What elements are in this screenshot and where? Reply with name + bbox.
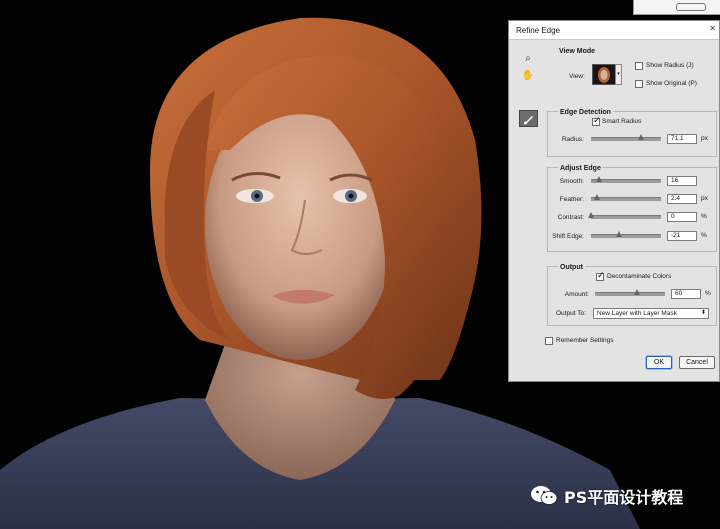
feather-slider[interactable] — [591, 197, 661, 201]
zoom-icon[interactable]: ⌕ — [521, 51, 535, 65]
radius-slider-thumb[interactable] — [638, 134, 645, 140]
contrast-slider-thumb[interactable] — [588, 212, 594, 218]
smart-radius-label: Smart Radius — [602, 118, 642, 125]
decontaminate-colors-label: Decontaminate Colors — [607, 273, 672, 280]
contrast-slider[interactable] — [591, 215, 661, 219]
output-to-value: New Layer with Layer Mask — [597, 310, 677, 317]
chevron-updown-icon: ⬍ — [700, 310, 706, 316]
radius-slider[interactable] — [591, 137, 661, 141]
adjust-edge-title: Adjust Edge — [558, 165, 603, 172]
cancel-button[interactable]: Cancel — [679, 356, 715, 369]
edge-detection-title: Edge Detection — [558, 109, 613, 116]
output-to-label: Output To: — [556, 310, 586, 317]
feather-label: Feather: — [559, 196, 584, 203]
amount-slider[interactable] — [595, 292, 665, 296]
smooth-label: Smooth: — [559, 178, 584, 185]
watermark-text: PS平面设计教程 — [564, 488, 684, 507]
shift-edge-field[interactable]: -21 — [667, 231, 697, 241]
decontaminate-colors-checkbox[interactable] — [596, 270, 605, 281]
feather-unit: px — [701, 195, 708, 202]
show-original-label: Show Original (P) — [646, 80, 697, 87]
amount-unit: % — [705, 290, 711, 297]
shift-edge-label: Shift Edge: — [552, 233, 584, 240]
ok-button[interactable]: OK — [646, 356, 672, 369]
smooth-slider-thumb[interactable] — [596, 176, 603, 182]
view-label: View: — [569, 73, 585, 80]
remember-settings-checkbox[interactable] — [545, 337, 553, 345]
view-dropdown-arrow[interactable]: ▾ — [615, 64, 622, 85]
view-mode-title: View Mode — [557, 48, 598, 55]
refine-radius-brush-icon[interactable] — [519, 110, 538, 127]
amount-slider-thumb[interactable] — [634, 289, 640, 295]
contrast-label: Contrast: — [557, 214, 584, 221]
shift-edge-unit: % — [701, 232, 707, 239]
amount-label: Amount: — [564, 291, 589, 298]
contrast-unit: % — [701, 213, 707, 220]
feather-slider-thumb[interactable] — [594, 194, 601, 200]
feather-field[interactable]: 2.4 — [667, 194, 697, 204]
close-icon[interactable]: ✕ — [709, 24, 716, 33]
view-thumbnail[interactable] — [592, 64, 616, 85]
shift-edge-slider[interactable] — [591, 234, 661, 238]
strip-shape — [676, 3, 706, 11]
remember-settings-label: Remember Settings — [556, 337, 614, 344]
dialog-titlebar[interactable]: Refine Edge ✕ — [509, 21, 719, 40]
output-to-select[interactable]: New Layer with Layer Mask ⬍ — [593, 308, 709, 319]
top-right-image-strip — [633, 0, 720, 15]
show-original-checkbox[interactable] — [635, 80, 643, 88]
show-radius-checkbox[interactable] — [635, 62, 643, 70]
shift-edge-slider-thumb[interactable] — [616, 231, 622, 237]
output-title: Output — [558, 264, 585, 271]
wechat-icon — [530, 485, 558, 507]
radius-label: Radius: — [561, 136, 584, 143]
smooth-field[interactable]: 16 — [667, 176, 697, 186]
radius-unit: px — [701, 135, 708, 142]
watermark: PS平面设计教程 — [530, 482, 683, 510]
show-radius-label: Show Radius (J) — [646, 62, 694, 69]
tool-column: ⌕ ✋ — [521, 51, 541, 85]
amount-field[interactable]: 60 — [671, 289, 701, 299]
contrast-field[interactable]: 0 — [667, 212, 697, 222]
radius-field[interactable]: 71.1 — [667, 134, 697, 144]
refine-edge-dialog: Refine Edge ✕ ⌕ ✋ View Mode View: ▾ Show… — [508, 20, 720, 382]
hand-icon[interactable]: ✋ — [521, 68, 535, 82]
smart-radius-checkbox[interactable] — [592, 115, 601, 126]
dialog-title: Refine Edge — [516, 25, 561, 35]
